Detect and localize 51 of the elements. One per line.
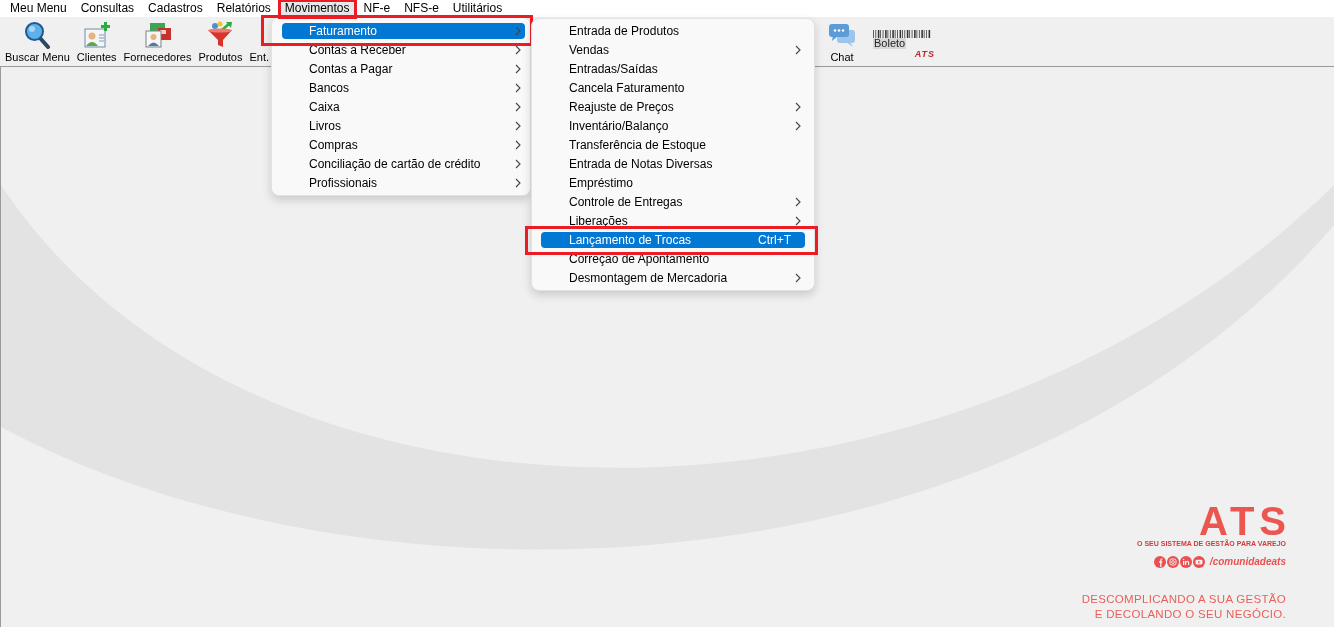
toolbar-button[interactable]: Clientes	[74, 18, 119, 66]
menu-item[interactable]: Inventário/Balanço	[541, 118, 805, 134]
person-cards-icon	[143, 21, 172, 49]
menu-item[interactable]: Transferência de Estoque	[541, 137, 805, 153]
tagline-text: DESCOMPLICANDO A SUA GESTÃO	[1081, 592, 1286, 607]
menu-item[interactable]: Controle de Entregas	[541, 194, 805, 210]
menu-item[interactable]: Lançamento de Trocas Ctrl+T	[541, 232, 805, 248]
menu-bar-item[interactable]: Utilitários	[448, 0, 507, 16]
menu-item[interactable]: Contas a Pagar	[282, 61, 525, 77]
menu-item[interactable]: Liberações	[541, 213, 805, 229]
search-icon	[23, 21, 52, 49]
chat-bubbles-icon	[828, 21, 856, 49]
youtube-icon	[1192, 556, 1205, 568]
funnel-icon	[206, 21, 235, 49]
toolbar-button[interactable]: Produtos	[196, 18, 245, 66]
menu-item[interactable]: Entrada de Notas Diversas	[541, 156, 805, 172]
menu-bar-item[interactable]: Consultas	[76, 0, 139, 16]
barcode-icon	[873, 30, 931, 38]
menu-bar-item[interactable]: Meu Menu	[6, 0, 71, 16]
instagram-icon	[1166, 556, 1179, 568]
person-card-plus-icon	[82, 21, 111, 49]
menu-item[interactable]: Bancos	[282, 80, 525, 96]
menu-item[interactable]: Caixa	[282, 99, 525, 115]
toolbar-button[interactable]: Fornecedores	[121, 18, 194, 66]
boleto-brand-text: ATS	[914, 49, 935, 59]
menu-item[interactable]: Vendas	[541, 42, 805, 58]
shortcut-label: Ctrl+T	[758, 232, 791, 248]
brand-logo: ATS	[1198, 504, 1291, 538]
menu-item[interactable]: Faturamento	[282, 23, 525, 39]
menu-item[interactable]: Profissionais	[282, 175, 525, 191]
toolbar-button[interactable]: Ent.	[247, 18, 272, 66]
menu-item[interactable]: Reajuste de Preços	[541, 99, 805, 115]
menu-bar-item[interactable]: NF-e	[359, 0, 395, 16]
toolbar-button[interactable]: Chat	[826, 18, 858, 66]
menu-item[interactable]: Cancela Faturamento	[541, 80, 805, 96]
menu-item[interactable]: Empréstimo	[541, 175, 805, 191]
toolbar-button[interactable]: Buscar Menu	[3, 18, 72, 66]
menu-bar-item[interactable]: Cadastros	[144, 0, 207, 16]
tagline-text: E DECOLANDO O SEU NEGÓCIO.	[1094, 607, 1286, 622]
menu-item[interactable]: Entradas/Saídas	[541, 61, 805, 77]
facebook-icon	[1153, 556, 1166, 568]
menu-item[interactable]: Compras	[282, 137, 525, 153]
menu-item[interactable]: Livros	[282, 118, 525, 134]
menu-item[interactable]: Entrada de Produtos	[541, 23, 805, 39]
menu-item[interactable]: Conciliação de cartão de crédito	[282, 156, 525, 172]
menu-bar-item[interactable]: Relatórios	[212, 0, 275, 16]
linkedin-icon	[1179, 556, 1192, 568]
boleto-logo-text: Boleto	[873, 38, 907, 49]
menu-bar-item[interactable]: NFS-e	[400, 0, 443, 16]
social-handle: /comunidadeats	[1209, 556, 1286, 568]
menu-item[interactable]: Desmontagem de Mercadoria	[541, 270, 805, 286]
